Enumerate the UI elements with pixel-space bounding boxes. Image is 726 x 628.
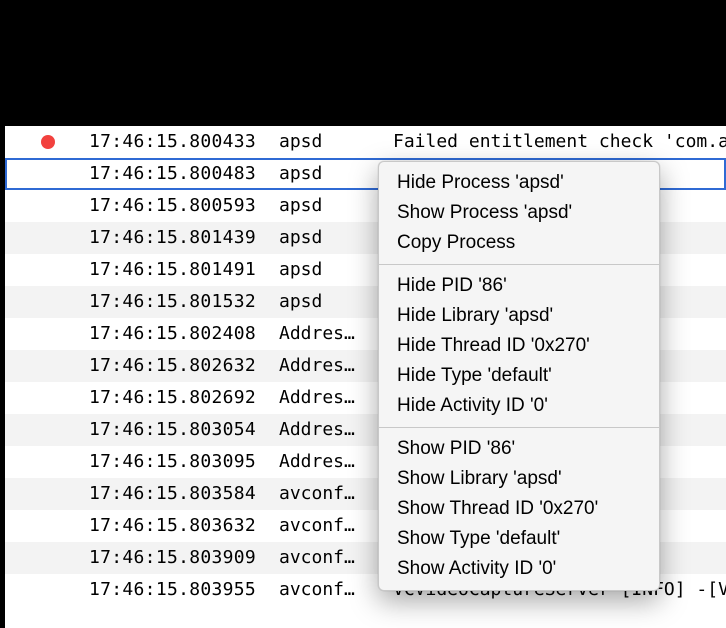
row-process: apsd (279, 126, 393, 158)
row-process: Addres… (279, 350, 393, 382)
menu-item[interactable]: Hide Process 'apsd' (379, 168, 659, 198)
row-time: 17:46:15.803632 (89, 510, 279, 542)
row-process: apsd (279, 222, 393, 254)
row-process: avconf… (279, 478, 393, 510)
row-flag-cell (5, 158, 89, 190)
menu-item[interactable]: Copy Process (379, 228, 659, 258)
menu-item[interactable]: Show Library 'apsd' (379, 464, 659, 494)
row-process: avconf… (279, 510, 393, 542)
menu-separator (379, 264, 659, 265)
row-process: avconf… (279, 542, 393, 574)
flag-dot-icon (41, 135, 55, 149)
row-time: 17:46:15.802408 (89, 318, 279, 350)
row-process: Addres… (279, 446, 393, 478)
menu-item[interactable]: Show Process 'apsd' (379, 198, 659, 228)
annotation-line (639, 0, 642, 126)
row-flag-cell (5, 222, 89, 254)
row-time: 17:46:15.801439 (89, 222, 279, 254)
menu-item[interactable]: Show Activity ID '0' (379, 554, 659, 584)
row-process: apsd (279, 254, 393, 286)
row-flag-cell (5, 414, 89, 446)
row-process: apsd (279, 286, 393, 318)
row-process: Addres… (279, 382, 393, 414)
row-time: 17:46:15.802692 (89, 382, 279, 414)
row-flag-cell (5, 318, 89, 350)
row-flag-cell (5, 478, 89, 510)
menu-separator (379, 427, 659, 428)
row-message: Failed entitlement check 'com.a (393, 126, 726, 158)
table-row[interactable]: 17:46:15.800433apsdFailed entitlement ch… (5, 126, 726, 158)
row-flag-cell (5, 254, 89, 286)
row-time: 17:46:15.803095 (89, 446, 279, 478)
row-flag-cell (5, 382, 89, 414)
row-flag-cell (5, 190, 89, 222)
context-menu: Hide Process 'apsd'Show Process 'apsd'Co… (378, 161, 660, 591)
row-time: 17:46:15.801532 (89, 286, 279, 318)
row-flag-cell (5, 510, 89, 542)
row-time: 17:46:15.803054 (89, 414, 279, 446)
menu-item[interactable]: Show PID '86' (379, 434, 659, 464)
row-process: apsd (279, 190, 393, 222)
menu-item[interactable]: Hide Library 'apsd' (379, 301, 659, 331)
row-time: 17:46:15.801491 (89, 254, 279, 286)
row-time: 17:46:15.800483 (89, 158, 279, 190)
row-flag-cell (5, 574, 89, 606)
menu-item[interactable]: Show Type 'default' (379, 524, 659, 554)
menu-item[interactable]: Hide Type 'default' (379, 361, 659, 391)
row-flag-cell (5, 286, 89, 318)
row-process: Addres… (279, 414, 393, 446)
row-process: apsd (279, 158, 393, 190)
row-time: 17:46:15.800593 (89, 190, 279, 222)
row-process: avconf… (279, 574, 393, 606)
row-time: 17:46:15.803584 (89, 478, 279, 510)
row-flag-cell (5, 126, 89, 158)
menu-item[interactable]: Hide Thread ID '0x270' (379, 331, 659, 361)
row-flag-cell (5, 446, 89, 478)
row-time: 17:46:15.802632 (89, 350, 279, 382)
row-process: Addres… (279, 318, 393, 350)
menu-item[interactable]: Hide Activity ID '0' (379, 391, 659, 421)
menu-item[interactable]: Show Thread ID '0x270' (379, 494, 659, 524)
row-time: 17:46:15.803955 (89, 574, 279, 606)
row-flag-cell (5, 542, 89, 574)
menu-item[interactable]: Hide PID '86' (379, 271, 659, 301)
row-time: 17:46:15.803909 (89, 542, 279, 574)
row-time: 17:46:15.800433 (89, 126, 279, 158)
row-flag-cell (5, 350, 89, 382)
